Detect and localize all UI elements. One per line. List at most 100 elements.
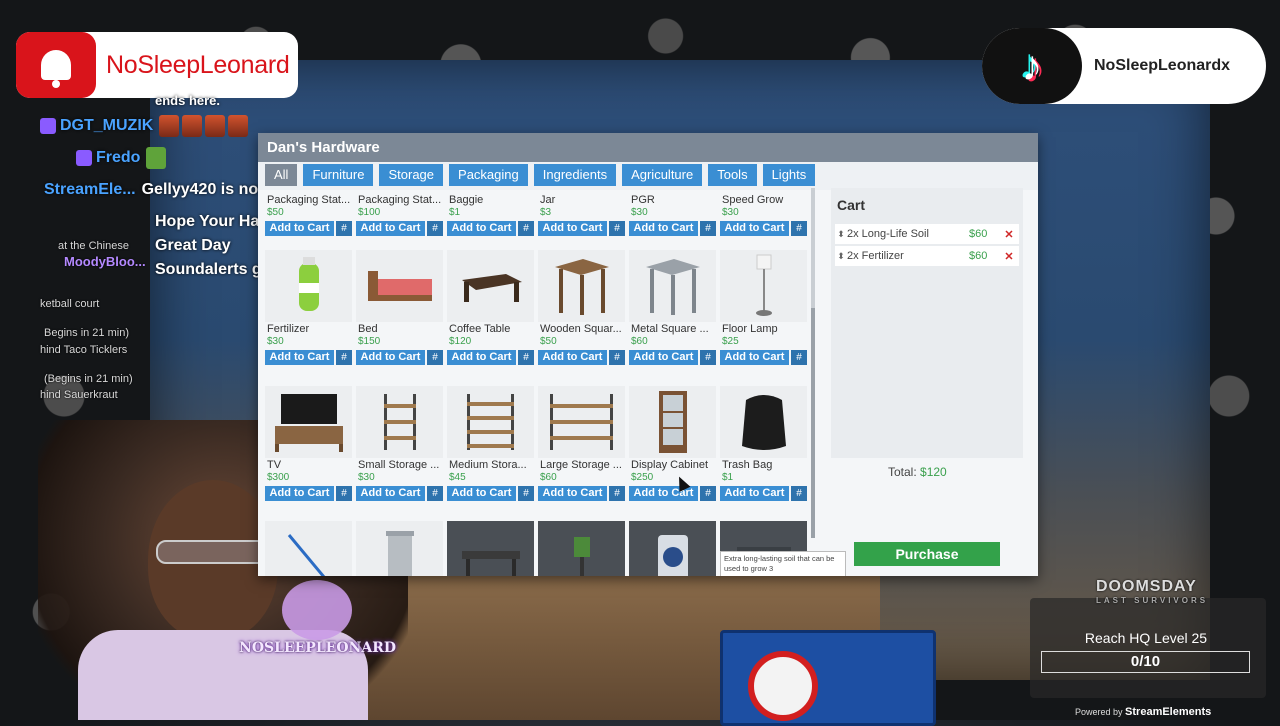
cart-item-price: $60 bbox=[969, 250, 988, 262]
display-cabinet-icon[interactable] bbox=[629, 386, 716, 458]
item-card: Floor Lamp $25 Add to Cart # bbox=[720, 250, 807, 365]
goal-widget bbox=[1030, 598, 1266, 698]
item-card bbox=[356, 521, 443, 576]
add-to-cart-button[interactable]: Add to Cart # bbox=[447, 486, 534, 501]
add-to-cart-button[interactable]: Add to Cart # bbox=[356, 486, 443, 501]
purchase-button[interactable]: Purchase bbox=[854, 542, 1000, 566]
item-card: Large Storage ... $60 Add to Cart # bbox=[538, 386, 625, 501]
event-line: hind Sauerkraut bbox=[40, 389, 118, 401]
add-to-cart-button[interactable]: Add to Cart # bbox=[447, 221, 534, 236]
tab-all[interactable]: All bbox=[265, 164, 298, 186]
chat-line: DGT_MUZIK bbox=[40, 110, 290, 142]
no-smoking-sign bbox=[720, 630, 936, 726]
workbench-icon[interactable] bbox=[447, 521, 534, 576]
add-to-cart-button[interactable]: Add to Cart # bbox=[265, 486, 352, 501]
metal-table-icon[interactable] bbox=[629, 250, 716, 322]
broom-icon[interactable] bbox=[265, 521, 352, 576]
item-card: TV $300 Add to Cart # bbox=[265, 386, 352, 501]
follow-badge: NoSleepLeonard bbox=[16, 32, 298, 98]
tab-storage[interactable]: Storage bbox=[379, 164, 444, 186]
item-card: Small Storage ... $30 Add to Cart # bbox=[356, 386, 443, 501]
soil-bag-icon[interactable] bbox=[629, 521, 716, 576]
chat-username: StreamEle... bbox=[44, 181, 136, 198]
item-card: Coffee Table $120 Add to Cart # bbox=[447, 250, 534, 365]
emote bbox=[146, 147, 167, 169]
coffee-table-icon[interactable] bbox=[447, 250, 534, 322]
item-grid[interactable]: Packaging Stat... $50 Add to Cart # Packagi… bbox=[265, 188, 813, 576]
tab-ingredients[interactable]: Ingredients bbox=[533, 164, 617, 186]
medium-shelf-icon[interactable] bbox=[447, 386, 534, 458]
add-to-cart-button[interactable]: Add to Cart # bbox=[447, 350, 534, 365]
item-card: PGR $30 Add to Cart # bbox=[629, 193, 716, 236]
item-card bbox=[265, 521, 352, 576]
game-logo: DOOMSDAY LAST SURVIVORS bbox=[1096, 578, 1209, 605]
add-to-cart-button[interactable]: Add to Cart # bbox=[629, 350, 716, 365]
large-shelf-icon[interactable] bbox=[538, 386, 625, 458]
item-row: Packaging Stat... $50 Add to Cart # Packagi… bbox=[265, 193, 807, 236]
sprinkler-icon[interactable] bbox=[538, 521, 625, 576]
item-card: Display Cabinet $250 Add to Cart # bbox=[629, 386, 716, 501]
tab-furniture[interactable]: Furniture bbox=[303, 164, 374, 186]
event-line: hind Taco Ticklers bbox=[40, 344, 128, 356]
item-card: Packaging Stat... $50 Add to Cart # bbox=[265, 194, 352, 236]
fertilizer-icon[interactable] bbox=[265, 250, 352, 322]
add-to-cart-button[interactable]: Add to Cart # bbox=[629, 221, 716, 236]
tab-agriculture[interactable]: Agriculture bbox=[622, 164, 703, 186]
trash-can-icon[interactable] bbox=[356, 521, 443, 576]
cart-item-name: 2x Long-Life Soil bbox=[847, 228, 929, 240]
add-to-cart-button[interactable]: Add to Cart # bbox=[265, 350, 352, 365]
tiktok-badge: ♪ NoSleepLeonardx bbox=[982, 28, 1266, 104]
goal-count: 0/10 bbox=[1130, 653, 1161, 670]
cart-title: Cart bbox=[837, 197, 866, 213]
goal-label: Reach HQ Level 25 bbox=[1084, 630, 1208, 646]
cart-item: ⬍ 2x Long-Life Soil $60 ✕ bbox=[835, 224, 1019, 244]
item-card: Bed $150 Add to Cart # bbox=[356, 250, 443, 365]
add-to-cart-button[interactable]: Add to Cart # bbox=[265, 221, 352, 236]
chat-fragment: ends here. bbox=[155, 92, 221, 108]
add-to-cart-button[interactable]: Add to Cart # bbox=[356, 350, 443, 365]
small-shelf-icon[interactable] bbox=[356, 386, 443, 458]
tiktok-icon: ♪ bbox=[982, 28, 1082, 104]
add-to-cart-button[interactable]: Add to Cart # bbox=[629, 486, 716, 501]
item-card: Trash Bag $1 Add to Cart # bbox=[720, 386, 807, 501]
add-to-cart-button[interactable]: Add to Cart # bbox=[720, 221, 807, 236]
badge-icon bbox=[40, 118, 56, 134]
cart-total: Total: $120 bbox=[888, 465, 947, 479]
item-card: Baggie $1 Add to Cart # bbox=[447, 193, 534, 236]
wooden-table-icon[interactable] bbox=[538, 250, 625, 322]
stream-logo: NOSLEEPLEONARD bbox=[235, 580, 400, 656]
item-card: Metal Square ... $60 Add to Cart # bbox=[629, 250, 716, 365]
item-card: Wooden Squar... $50 Add to Cart # bbox=[538, 250, 625, 365]
tab-packaging[interactable]: Packaging bbox=[449, 164, 528, 186]
glasses-icon bbox=[156, 540, 274, 564]
add-to-cart-button[interactable]: Add to Cart # bbox=[720, 486, 807, 501]
item-card: Medium Stora... $45 Add to Cart # bbox=[447, 386, 534, 501]
tv-icon[interactable] bbox=[265, 386, 352, 458]
event-line: ketball court bbox=[40, 298, 100, 310]
remove-icon[interactable]: ✕ bbox=[999, 250, 1019, 263]
category-tabs: All Furniture Storage Packaging Ingredie… bbox=[258, 162, 1038, 190]
item-row: Fertilizer $30 Add to Cart # Bed $150 Add t… bbox=[265, 250, 807, 365]
add-to-cart-button[interactable]: Add to Cart # bbox=[538, 486, 625, 501]
remove-icon[interactable]: ✕ bbox=[999, 228, 1019, 241]
event-line: MoodyBloo... bbox=[64, 254, 146, 269]
quantity-arrows-icon[interactable]: ⬍ bbox=[835, 229, 847, 240]
add-to-cart-button[interactable]: Add to Cart # bbox=[720, 350, 807, 365]
tab-lights[interactable]: Lights bbox=[762, 164, 816, 186]
item-tooltip: Extra long-lasting soil that can be used… bbox=[720, 551, 846, 576]
add-to-cart-button[interactable]: Add to Cart # bbox=[356, 221, 443, 236]
add-to-cart-button[interactable]: Add to Cart # bbox=[538, 350, 625, 365]
bed-icon[interactable] bbox=[356, 250, 443, 322]
shop-title: Dan's Hardware bbox=[258, 133, 1038, 162]
event-line: at the Chinese bbox=[58, 240, 129, 252]
cart-item-name: 2x Fertilizer bbox=[847, 250, 904, 262]
trash-bag-icon[interactable] bbox=[720, 386, 807, 458]
badge-icon bbox=[76, 150, 92, 166]
tab-tools[interactable]: Tools bbox=[708, 164, 757, 186]
chat-username: DGT_MUZIK bbox=[60, 117, 154, 134]
floor-lamp-icon[interactable] bbox=[720, 250, 807, 322]
bell-icon bbox=[16, 32, 96, 98]
scrollbar-thumb[interactable] bbox=[811, 308, 815, 538]
add-to-cart-button[interactable]: Add to Cart # bbox=[538, 221, 625, 236]
quantity-arrows-icon[interactable]: ⬍ bbox=[835, 251, 847, 262]
